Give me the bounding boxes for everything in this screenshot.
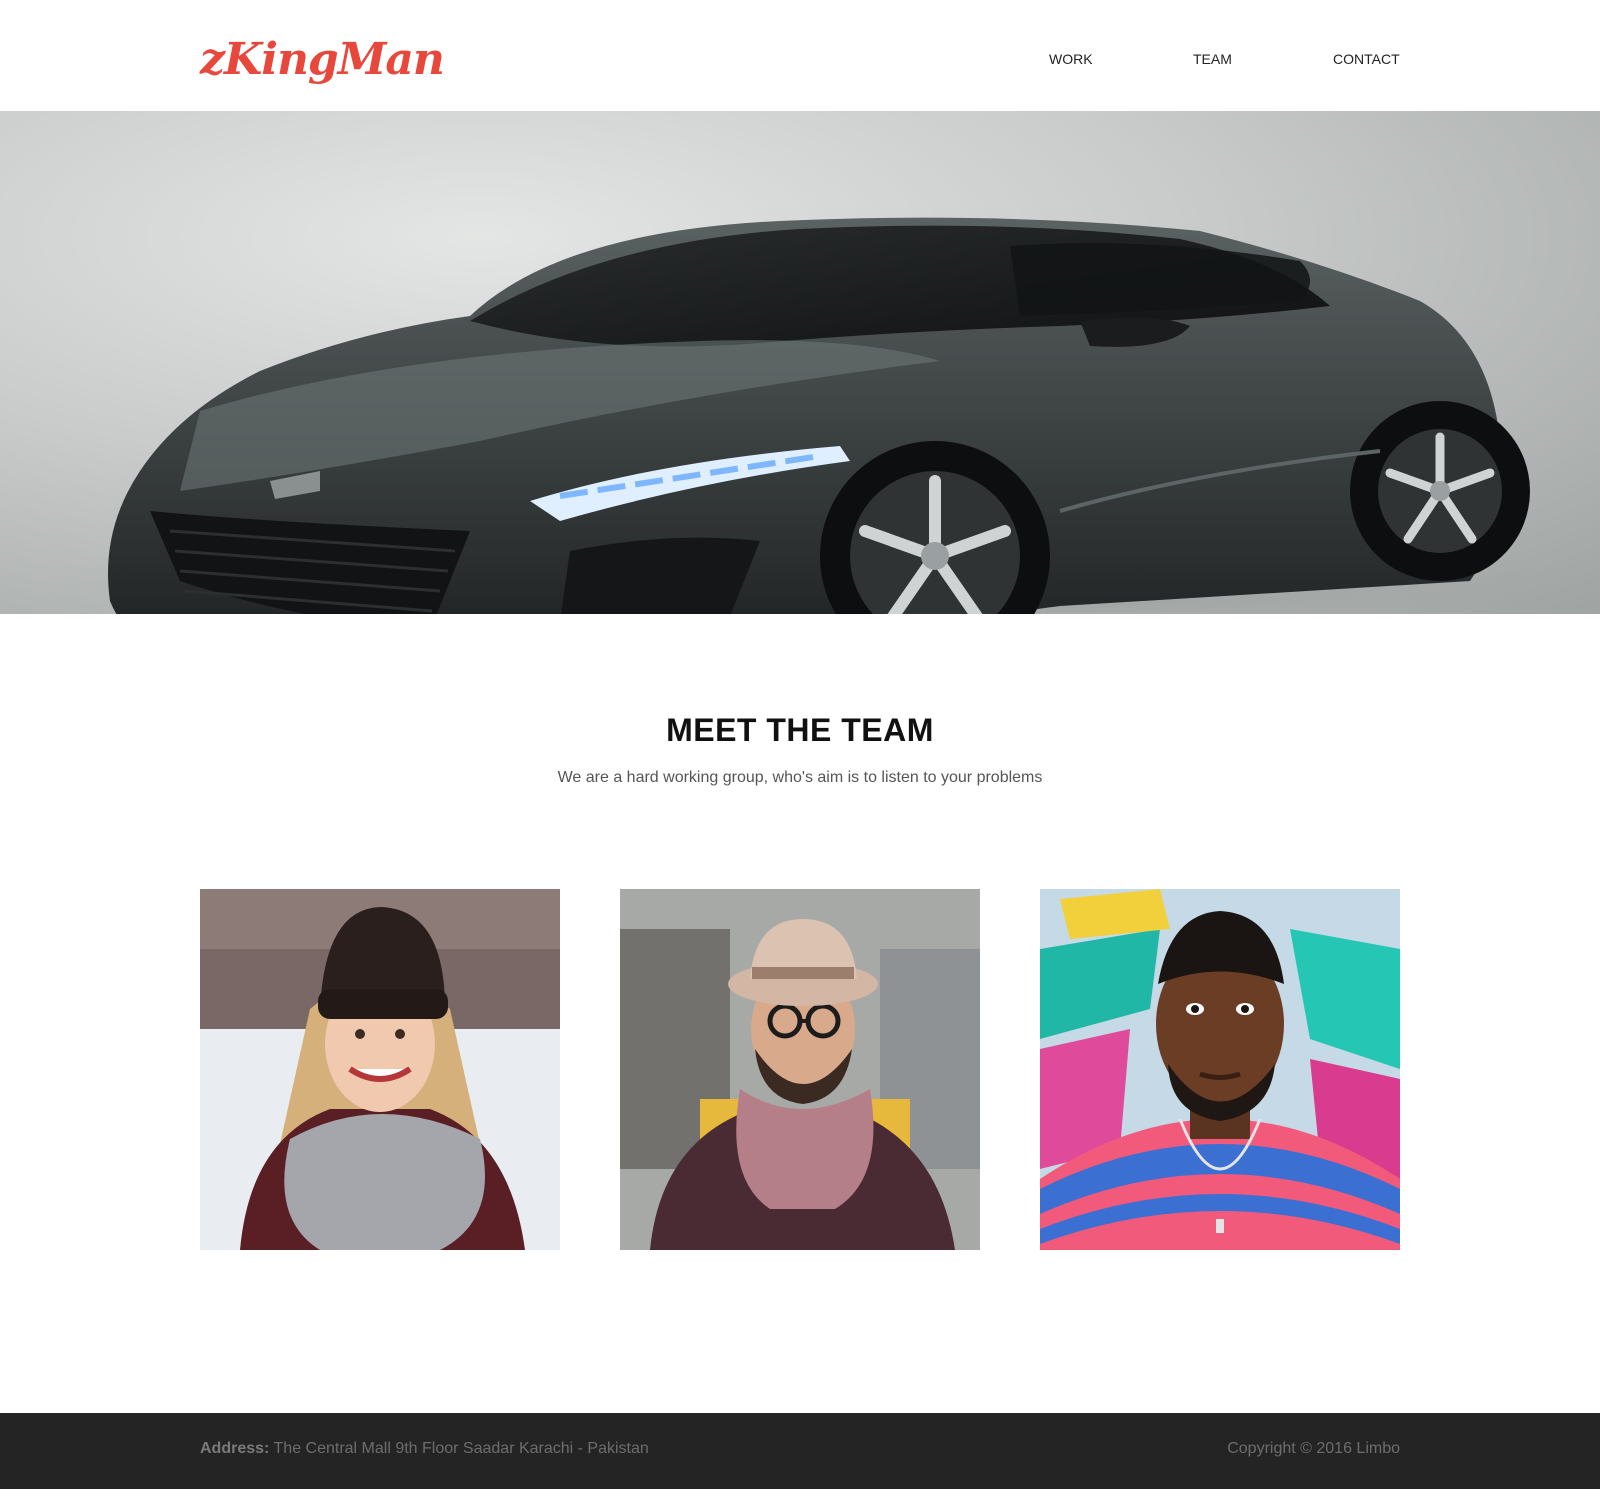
team-section-subtitle: We are a hard working group, who's aim i… xyxy=(557,769,1043,786)
footer-address: Address: The Central Mall 9th Floor Saad… xyxy=(200,1440,649,1458)
main-nav: WORK TEAM CONTACT xyxy=(0,48,1600,70)
site-header: zKingMan WORK TEAM CONTACT xyxy=(0,0,1600,111)
team-member-photo-3[interactable] xyxy=(1040,889,1400,1250)
woman-in-beanie-photo xyxy=(200,889,560,1250)
nav-item-work[interactable]: WORK xyxy=(1049,48,1093,70)
team-member-photo-2[interactable] xyxy=(620,889,980,1250)
address-label: Address: xyxy=(200,1440,270,1457)
man-graffiti-photo xyxy=(1040,889,1400,1250)
site-footer: Address: The Central Mall 9th Floor Saad… xyxy=(0,1413,1600,1489)
hero-banner xyxy=(0,111,1600,614)
team-section-title: MEET THE TEAM xyxy=(666,712,934,748)
nav-item-contact[interactable]: CONTACT xyxy=(1333,48,1400,70)
address-text: The Central Mall 9th Floor Saadar Karach… xyxy=(273,1440,649,1457)
team-member-photo-1[interactable] xyxy=(200,889,560,1250)
man-in-hat-photo xyxy=(620,889,980,1250)
footer-copyright: Copyright © 2016 Limbo xyxy=(1227,1440,1400,1457)
sports-car-image xyxy=(60,217,1580,614)
nav-item-team[interactable]: TEAM xyxy=(1193,48,1232,70)
